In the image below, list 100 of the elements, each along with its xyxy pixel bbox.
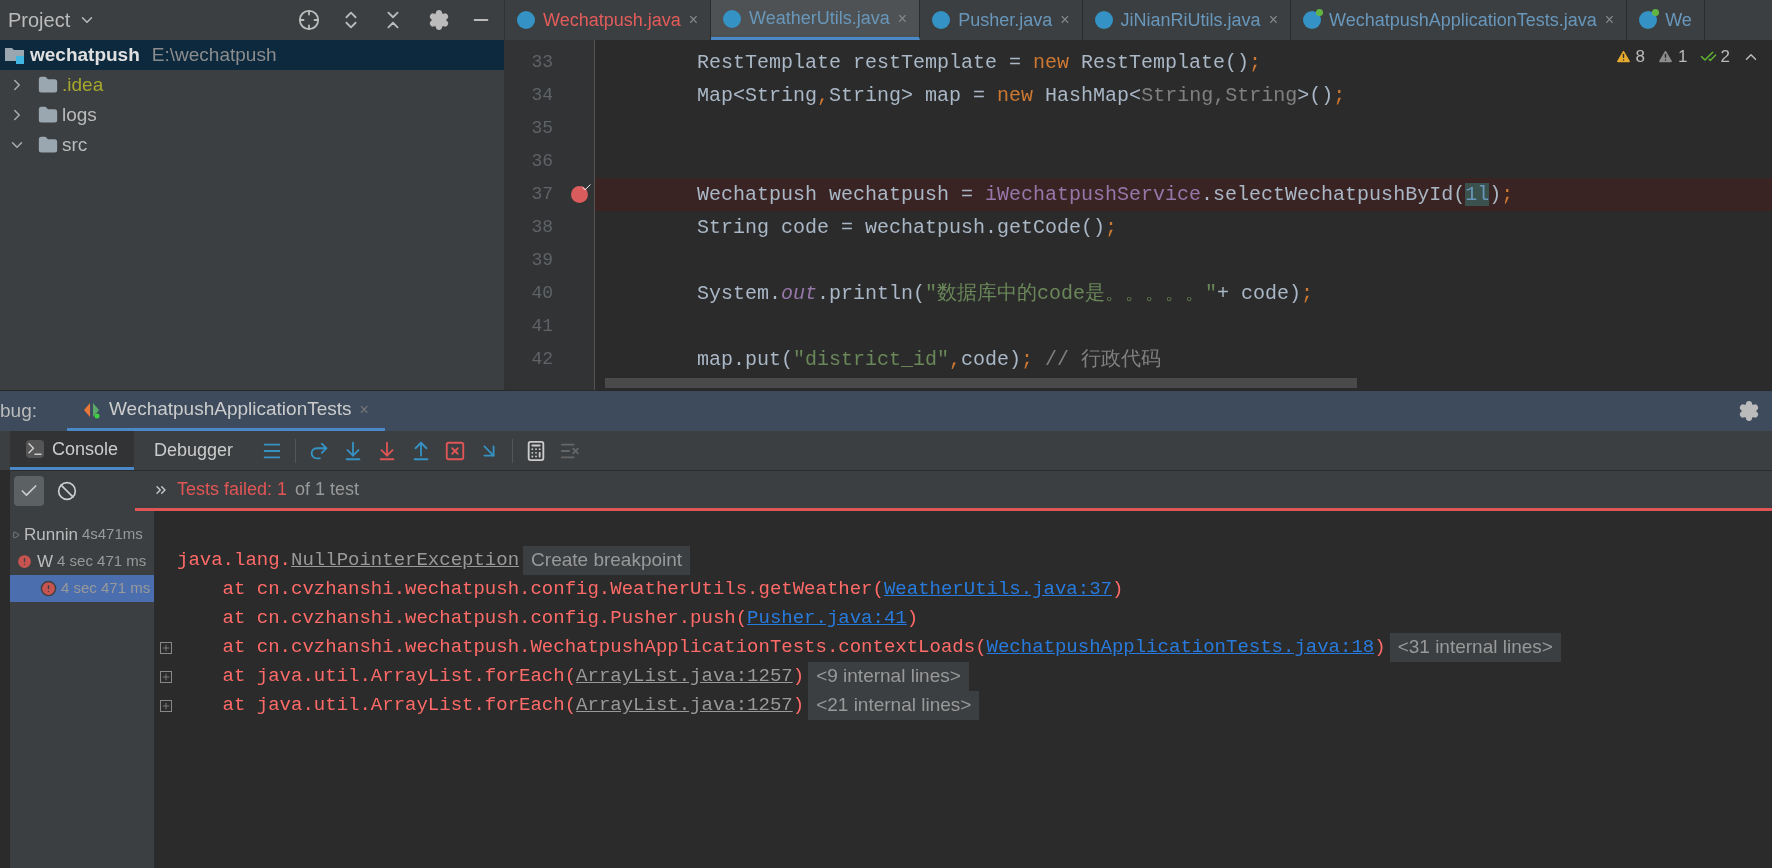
code-line: Map<String,String> map = new HashMap<String,String>(); [697,82,1346,109]
inspection-count: 1 [1678,46,1688,68]
drop-frame-icon[interactable] [444,439,467,462]
tab-label: WeatherUtils.java [749,7,890,30]
editor-tab[interactable]: We [1627,0,1705,40]
tab-label: Wechatpush.java [543,8,681,32]
console-text: at java.util.ArrayList.forEach( [221,693,577,719]
tab-label: WechatpushApplicationTests.java [1329,8,1597,32]
tree-item-label: wechatpush [30,42,140,67]
tab-label: JiNianRiUtils.java [1120,8,1261,32]
test-class-icon [1303,11,1321,29]
test-tree-item[interactable]: Runnin 4s471ms [10,521,154,548]
tree-item-label: src [62,132,88,157]
console-text: ) [1374,635,1386,661]
console-text: ) [1111,577,1124,603]
test-duration: 4s471ms [81,524,143,545]
console-text: ) [906,606,919,632]
breakpoint-icon[interactable] [571,186,588,203]
tree-item[interactable]: .idea [0,70,504,100]
test-status-detail: of 1 test [295,478,360,501]
close-icon[interactable]: × [1604,8,1615,32]
error-icon [40,580,57,597]
inspection-count: 8 [1635,46,1646,68]
folder-icon [38,135,58,155]
debug-label: bug: [0,398,37,423]
test-duration: 4 sec 471 ms [61,578,151,599]
console-text: java.lang. [177,548,292,574]
inspection-counter[interactable]: 1 [1657,44,1688,70]
expand-icon[interactable] [160,699,172,712]
test-tree-item[interactable]: W 4 sec 471 ms [10,548,154,575]
panel-title[interactable]: Project [8,5,71,35]
console-text: ) [792,693,805,719]
stack-link[interactable]: WechatpushApplicationTests.java:18 [986,633,1375,662]
tab-label: We [1665,8,1692,32]
folded-hint[interactable]: <31 internal lines> [1389,633,1561,662]
settings-icon[interactable] [1738,400,1760,422]
console-text: at java.util.ArrayList.forEach( [221,664,577,690]
close-icon[interactable]: × [897,6,908,31]
test-class-icon [1639,11,1658,29]
code-line: Wechatpush wechatpush = iWechatpushService.selectWechatpushById(1l); [697,181,1514,208]
warning-icon [1614,48,1632,66]
expand-icon[interactable] [160,670,172,683]
test-name: Runnin [24,523,78,546]
console-text: at cn.cvzhanshi.wechatpush.config.WeatherUtils.getWeather( [221,577,884,603]
test-duration: 4 sec 471 ms [57,551,147,572]
running-icon [12,530,20,539]
tree-item[interactable]: wechatpush E:\wechatpush [0,40,504,70]
debug-tab[interactable]: Debugger [138,431,250,470]
stack-link[interactable]: ArrayList.java:1257 [576,662,793,691]
tree-item[interactable]: logs [0,100,504,130]
class-icon [1094,11,1113,29]
editor-tab[interactable]: WechatpushApplicationTests.java × [1291,0,1628,40]
test-status: Tests failed: 1 [177,478,288,501]
session-label: WechatpushApplicationTests [109,397,352,422]
folded-hint[interactable]: Create breakpoint [523,546,691,575]
debug-tab-label: Console [52,437,119,461]
class-icon [723,9,742,28]
tree-item-label: logs [62,102,97,127]
test-name: W [37,550,54,573]
horizontal-scrollbar[interactable] [605,378,1357,388]
ban-icon [57,481,77,501]
folded-hint[interactable]: <21 internal lines> [808,691,980,720]
code-line: System.out.println("数据库中的code是。。。。。"+ code); [697,280,1314,307]
close-icon[interactable]: × [1268,8,1278,32]
error-icon [16,553,33,570]
module-folder-icon [4,45,26,65]
weak-warning-icon [1657,48,1675,66]
expand-icon[interactable] [160,641,172,654]
inspection-counter[interactable]: 2 [1699,44,1730,70]
console-icon [26,440,44,458]
debug-tab[interactable]: Console [10,431,135,470]
inspection-counter[interactable]: 8 [1614,44,1646,70]
editor-tab[interactable]: JiNianRiUtils.java × [1082,0,1291,40]
console-text: at cn.cvzhanshi.wechatpush.config.Pusher.push( [221,606,748,632]
editor-tab[interactable]: WeatherUtils.java × [711,0,921,40]
show-passed-button[interactable] [14,476,44,506]
folder-icon [38,75,58,95]
stack-link[interactable]: Pusher.java:41 [747,604,907,633]
code-line: map.put("district_id",code); // 行政代码 [697,346,1162,373]
close-icon[interactable]: × [1060,8,1070,32]
close-icon[interactable]: × [359,397,369,422]
stack-link[interactable]: NullPointerException [291,546,520,575]
tree-item[interactable]: src [0,130,504,160]
debug-tab-label: Debugger [154,439,234,462]
close-icon[interactable]: × [688,8,699,32]
inspection-count: 2 [1720,46,1730,68]
editor-tab[interactable]: Pusher.java × [920,0,1083,40]
tree-item-path: E:\wechatpush [151,42,277,67]
console-text: at cn.cvzhanshi.wechatpush.WechatpushApplicationTests.contextLoads( [221,635,987,661]
tab-label: Pusher.java [958,8,1053,32]
tree-item-label: .idea [62,72,104,97]
console-text: ) [792,664,805,690]
stack-link[interactable]: ArrayList.java:1257 [576,691,793,720]
locate-icon[interactable] [298,9,320,31]
stack-link[interactable]: WeatherUtils.java:37 [883,575,1112,604]
settings-icon[interactable] [428,9,450,31]
class-icon [517,11,535,29]
class-icon [932,11,951,29]
folded-hint[interactable]: <9 internal lines> [808,662,969,691]
code-line: String code = wechatpush.getCode(); [697,214,1118,241]
